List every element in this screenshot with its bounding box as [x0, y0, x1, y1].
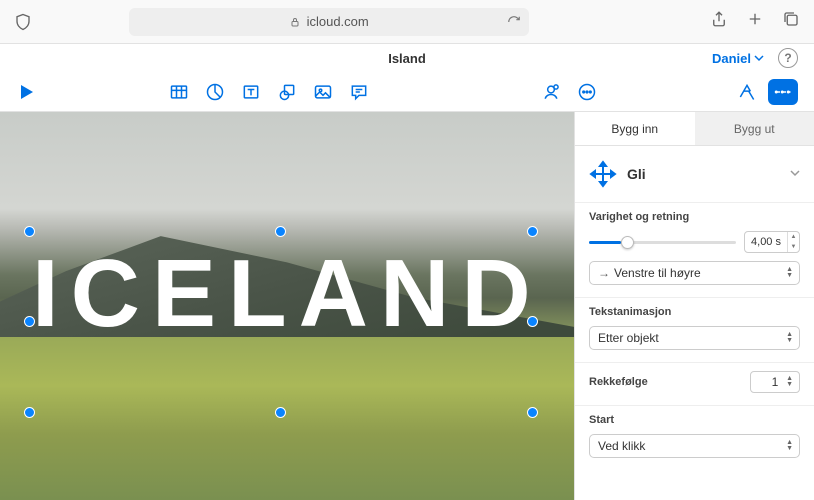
slider-thumb[interactable]: [621, 236, 634, 249]
share-icon[interactable]: [710, 10, 728, 33]
lock-icon: [289, 16, 301, 28]
animate-button[interactable]: [768, 79, 798, 105]
document-title: Island: [388, 51, 426, 66]
chevron-down-icon: [754, 53, 764, 63]
start-select[interactable]: Ved klikk ▲▼: [589, 434, 800, 458]
stepper[interactable]: ▲▼: [787, 232, 799, 252]
order-select[interactable]: 1 ▲▼: [750, 371, 800, 393]
url-field[interactable]: icloud.com: [129, 8, 529, 36]
reload-icon[interactable]: [507, 15, 521, 29]
main-area: ICELAND Bygg inn Bygg ut Gli Varighet: [0, 112, 814, 500]
resize-handle[interactable]: [275, 226, 286, 237]
resize-handle[interactable]: [527, 407, 538, 418]
inspector-panel: Bygg inn Bygg ut Gli Varighet og retning…: [574, 112, 814, 500]
order-section: Rekkefølge 1 ▲▼: [575, 362, 814, 405]
tab-build-in[interactable]: Bygg inn: [575, 112, 695, 145]
effect-selector[interactable]: Gli: [575, 146, 814, 202]
chevron-updown-icon: ▲▼: [786, 267, 793, 279]
move-arrows-icon: [589, 160, 617, 188]
section-title: Rekkefølge: [589, 376, 648, 388]
resize-handle[interactable]: [24, 226, 35, 237]
textanim-select[interactable]: Etter objekt ▲▼: [589, 326, 800, 350]
section-title: Start: [589, 414, 800, 426]
resize-handle[interactable]: [527, 316, 538, 327]
chart-icon[interactable]: [204, 81, 226, 103]
collaborate-icon[interactable]: [540, 81, 562, 103]
textanim-section: Tekstanimasjon Etter objekt ▲▼: [575, 297, 814, 362]
browser-toolbar: icloud.com: [0, 0, 814, 44]
chevron-down-icon: [790, 167, 800, 181]
privacy-shield-icon[interactable]: [14, 13, 32, 31]
url-text: icloud.com: [307, 14, 369, 29]
chevron-updown-icon: ▲▼: [786, 332, 793, 344]
section-title: Tekstanimasjon: [589, 306, 800, 318]
arrow-right-icon: →: [598, 266, 608, 280]
comment-icon[interactable]: [348, 81, 370, 103]
user-menu[interactable]: Daniel: [712, 51, 764, 66]
more-icon[interactable]: [576, 81, 598, 103]
tab-build-out[interactable]: Bygg ut: [695, 112, 814, 145]
inspector-tabs: Bygg inn Bygg ut: [575, 112, 814, 146]
chevron-updown-icon: ▲▼: [786, 376, 793, 388]
direction-select[interactable]: → Venstre til høyre ▲▼: [589, 261, 800, 285]
format-icon[interactable]: [736, 81, 758, 103]
media-icon[interactable]: [312, 81, 334, 103]
resize-handle[interactable]: [275, 407, 286, 418]
shape-icon[interactable]: [276, 81, 298, 103]
resize-handle[interactable]: [24, 316, 35, 327]
play-button[interactable]: [16, 81, 38, 103]
new-tab-icon[interactable]: [746, 10, 764, 33]
duration-slider[interactable]: [589, 241, 736, 244]
table-icon[interactable]: [168, 81, 190, 103]
duration-section: Varighet og retning 4,00 s ▲▼ → Venstre …: [575, 202, 814, 297]
tabs-icon[interactable]: [782, 10, 800, 33]
start-section: Start Ved klikk ▲▼: [575, 405, 814, 470]
resize-handle[interactable]: [24, 407, 35, 418]
app-toolbar: [0, 72, 814, 112]
section-title: Varighet og retning: [589, 211, 800, 223]
slide-canvas[interactable]: ICELAND: [0, 112, 574, 500]
effect-name: Gli: [627, 166, 646, 182]
text-icon[interactable]: [240, 81, 262, 103]
selection-box: [30, 232, 532, 412]
help-button[interactable]: ?: [778, 48, 798, 68]
resize-handle[interactable]: [527, 226, 538, 237]
chevron-updown-icon: ▲▼: [786, 440, 793, 452]
document-header: Island Daniel ?: [0, 44, 814, 72]
duration-field[interactable]: 4,00 s ▲▼: [744, 231, 800, 253]
